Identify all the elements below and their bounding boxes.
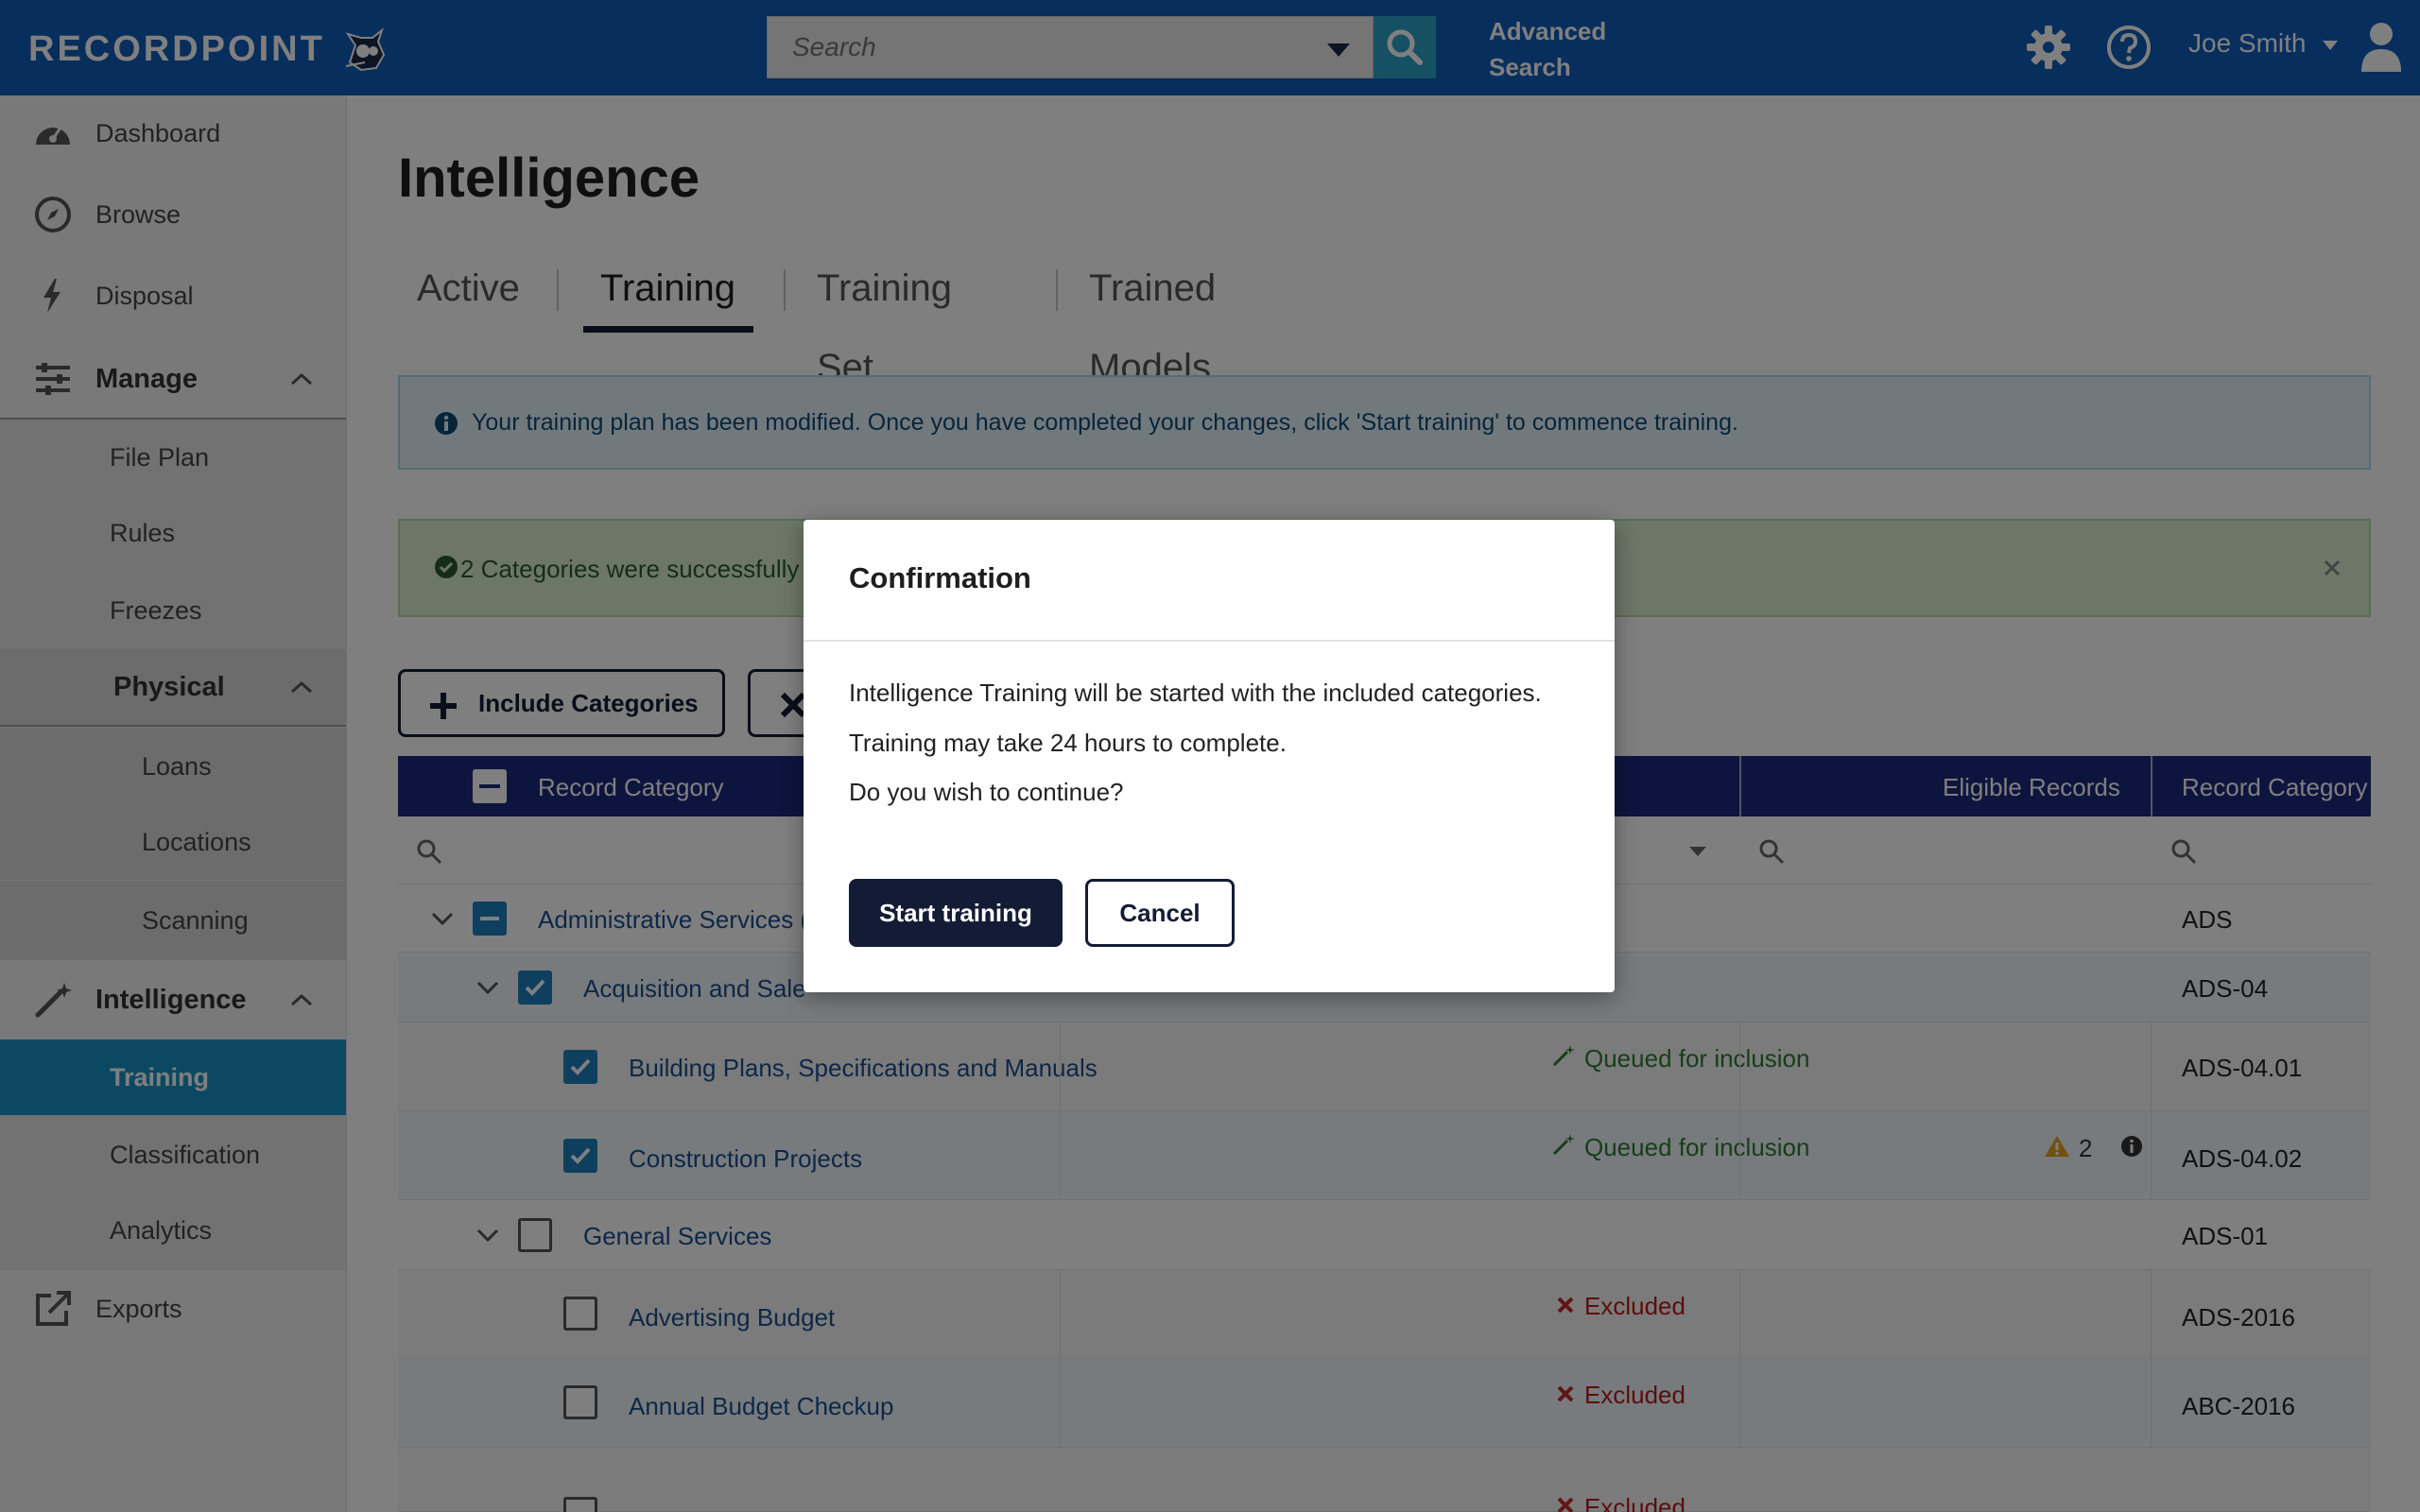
dialog-divider [804, 640, 1615, 642]
dialog-title: Confirmation [849, 561, 1031, 594]
confirmation-dialog: Confirmation Intelligence Training will … [804, 520, 1615, 992]
dialog-message-line2: Training may take 24 hours to complete. [849, 729, 1287, 757]
dialog-message-line3: Do you wish to continue? [849, 778, 1124, 806]
start-training-button[interactable]: Start training [849, 879, 1063, 947]
dialog-message-line1: Intelligence Training will be started wi… [849, 679, 1542, 707]
cancel-button[interactable]: Cancel [1085, 879, 1235, 947]
